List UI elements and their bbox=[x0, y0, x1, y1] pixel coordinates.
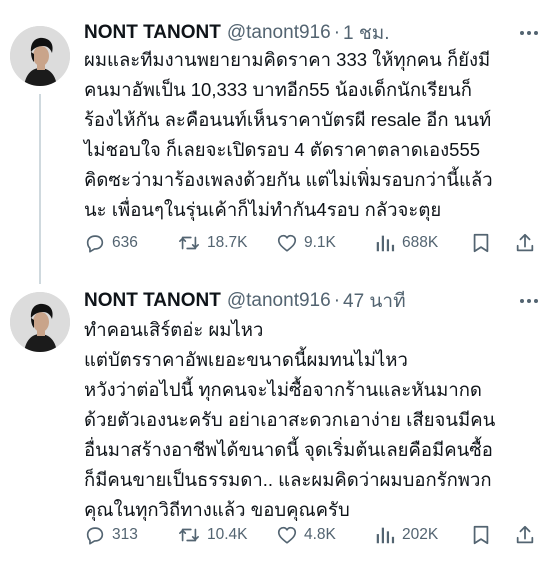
tweet-header: NONT TANONT @tanont916 · 1 ชม. bbox=[84, 20, 390, 46]
like-count: 9.1K bbox=[304, 234, 336, 251]
separator-dot: · bbox=[333, 290, 341, 311]
tweet-text-line: ทำคอนเสิร์ตอ่ะ ผมไหว bbox=[84, 319, 264, 340]
repost-button[interactable]: 18.7K bbox=[177, 232, 248, 254]
like-icon bbox=[277, 234, 297, 252]
reply-button[interactable]: 636 bbox=[84, 232, 138, 254]
repost-button[interactable]: 10.4K bbox=[177, 524, 248, 546]
tweet-2[interactable]: NONT TANONT @tanont916 · 47 นาที ทำคอนเส… bbox=[0, 275, 550, 578]
reply-button[interactable]: 313 bbox=[84, 524, 138, 546]
reply-icon bbox=[86, 527, 104, 545]
tweet-1[interactable]: NONT TANONT @tanont916 · 1 ชม. ผมและทีมง… bbox=[0, 0, 550, 275]
reply-count: 636 bbox=[112, 234, 138, 251]
tweet-header: NONT TANONT @tanont916 · 47 นาที bbox=[84, 288, 406, 314]
bookmark-button[interactable] bbox=[470, 232, 492, 254]
more-icon[interactable] bbox=[520, 20, 538, 46]
like-button[interactable]: 9.1K bbox=[276, 232, 336, 254]
author-handle[interactable]: @tanont916 bbox=[227, 22, 331, 44]
tweet-text-line: ไม่ชอบใจ ก็เลยจะเปิดรอบ 4 ตัดราคาตลาดเอง… bbox=[84, 139, 481, 160]
share-button[interactable] bbox=[514, 232, 536, 254]
views-button[interactable]: 688K bbox=[374, 232, 438, 254]
tweet-text-line: ผมและทีมงานพยายามคิดราคา 333 ให้ทุกคน ก็… bbox=[84, 49, 491, 70]
repost-icon bbox=[179, 528, 199, 542]
avatar[interactable] bbox=[10, 26, 70, 86]
tweet-text-line: คิดซะว่ามาร้องเพลงด้วยกัน แต่ไม่เพิ่มรอบ… bbox=[84, 169, 493, 190]
tweet-text-line: ด้วยตัวเองนะครับ อย่าเอาสะดวกเอาง่าย เสี… bbox=[84, 409, 496, 430]
tweet-text-line: ก็มีคนขายเป็นธรรมดา.. และผมคิดว่าผมบอกรั… bbox=[84, 469, 492, 490]
tweet-text: ผมและทีมงานพยายามคิดราคา 333 ให้ทุกคน ก็… bbox=[84, 45, 544, 225]
like-button[interactable]: 4.8K bbox=[276, 524, 336, 546]
author-name[interactable]: NONT TANONT bbox=[84, 22, 221, 44]
tweet-timestamp[interactable]: 47 นาที bbox=[343, 286, 406, 316]
views-icon bbox=[376, 527, 395, 544]
tweet-text: ทำคอนเสิร์ตอ่ะ ผมไหว แต่บัตรราคาอัพเยอะข… bbox=[84, 315, 544, 525]
views-count: 202K bbox=[402, 526, 439, 543]
share-icon bbox=[516, 525, 534, 544]
tweet-actions: 313 10.4K 4.8K 202K bbox=[84, 520, 544, 550]
tweet-actions: 636 18.7K 9.1K 688K bbox=[84, 228, 544, 258]
tweet-timestamp[interactable]: 1 ชม. bbox=[343, 18, 390, 48]
repost-icon bbox=[179, 236, 199, 250]
reply-icon bbox=[86, 235, 104, 253]
reply-count: 313 bbox=[112, 526, 138, 543]
like-icon bbox=[277, 526, 297, 544]
author-handle[interactable]: @tanont916 bbox=[227, 290, 331, 312]
more-icon[interactable] bbox=[520, 288, 538, 314]
separator-dot: · bbox=[333, 22, 341, 43]
share-button[interactable] bbox=[514, 524, 536, 546]
tweet-text-line: คนมาอัพเป็น 10,333 บาทอีก55 น้องเด็กนักเ… bbox=[84, 79, 472, 100]
views-button[interactable]: 202K bbox=[374, 524, 438, 546]
bookmark-icon bbox=[473, 525, 489, 545]
views-count: 688K bbox=[402, 234, 439, 251]
tweet-text-line: ร้องไห้กัน ละคือนนท์เห็นราคาบัตรผี resal… bbox=[84, 109, 492, 130]
avatar[interactable] bbox=[10, 292, 70, 352]
tweet-text-line: อื่นมาสร้างอาชีพได้ขนาดนี้ จุดเริ่มต้นเล… bbox=[84, 439, 493, 460]
bookmark-icon bbox=[473, 233, 489, 253]
repost-count: 10.4K bbox=[207, 526, 248, 543]
like-count: 4.8K bbox=[304, 526, 336, 543]
views-icon bbox=[376, 235, 395, 252]
share-icon bbox=[516, 233, 534, 252]
bookmark-button[interactable] bbox=[470, 524, 492, 546]
author-name[interactable]: NONT TANONT bbox=[84, 290, 221, 312]
tweet-text-line: แต่บัตรราคาอัพเยอะขนาดนี้ผมทนไม่ไหว bbox=[84, 349, 408, 370]
tweet-text-line: หวังว่าต่อไปนี้ ทุกคนจะไม่ซื้อจากร้านและ… bbox=[84, 379, 482, 400]
tweet-text-line: นะ เพื่อนๆในรุ่นเค้าก็ไม่ทำกัน4รอบ กลัวจ… bbox=[84, 199, 442, 220]
repost-count: 18.7K bbox=[207, 234, 248, 251]
